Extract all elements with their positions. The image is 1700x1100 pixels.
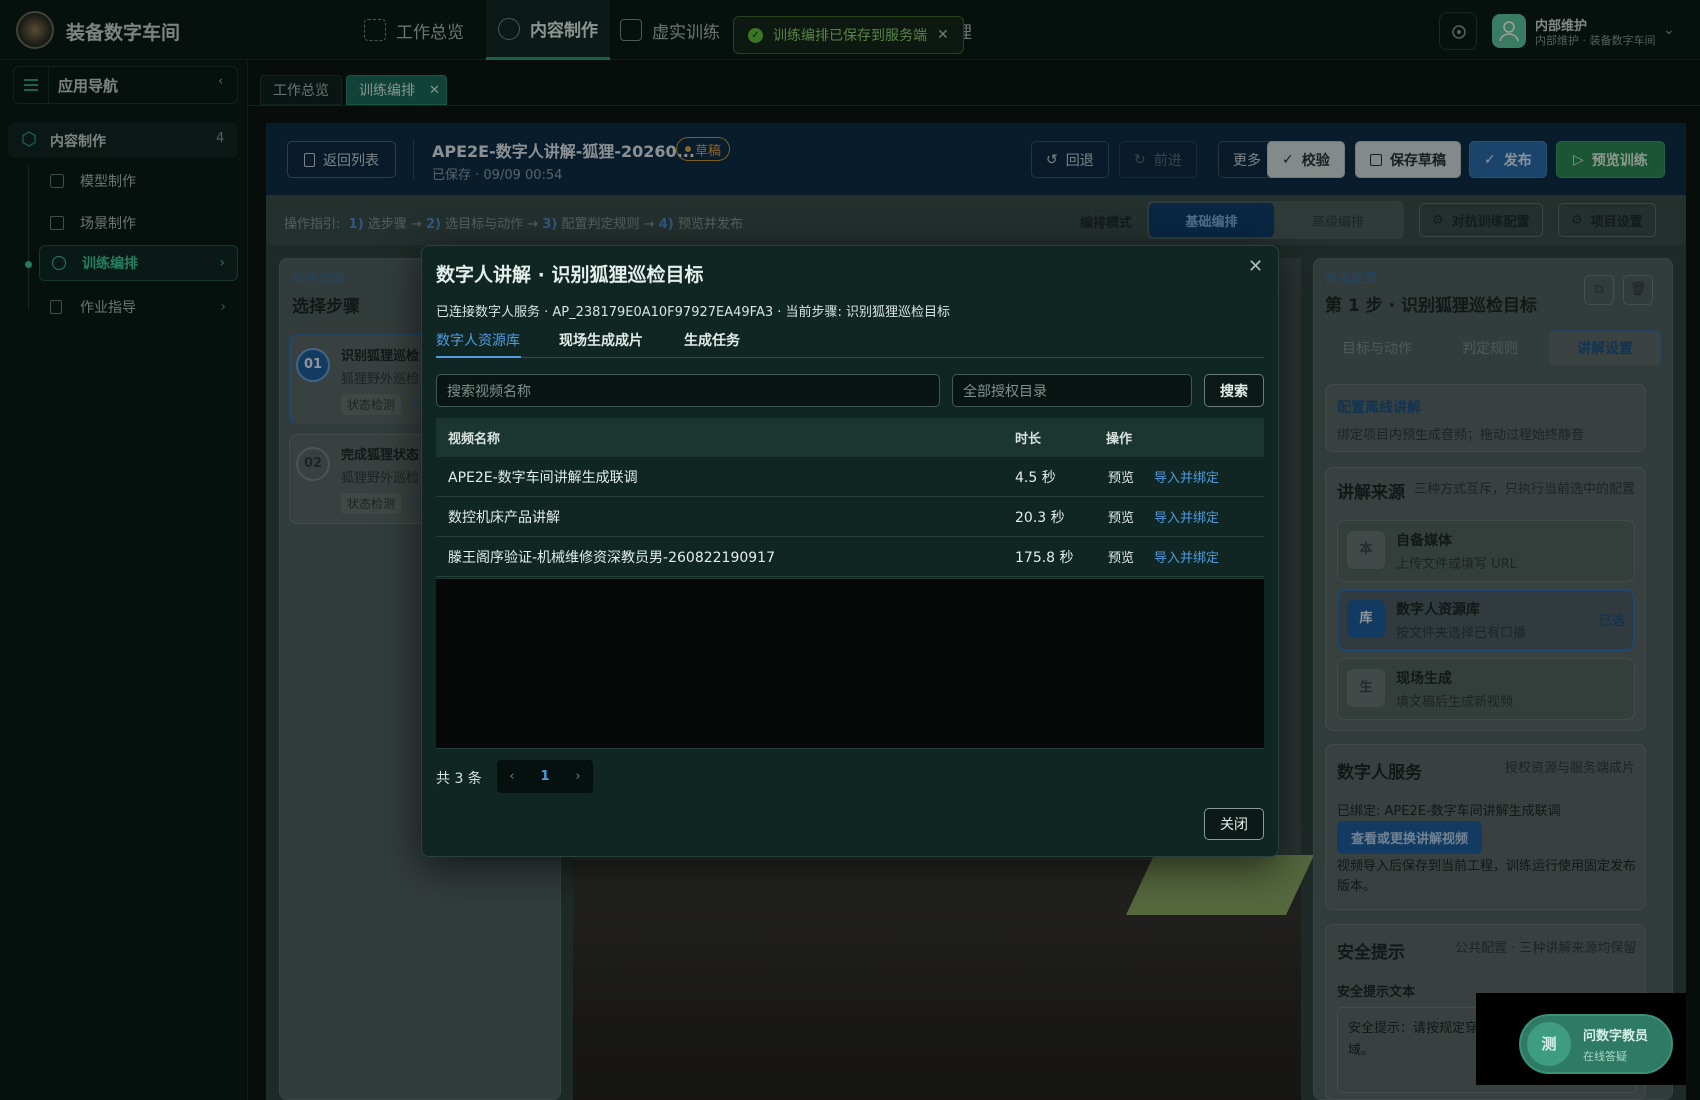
table-header: 视频名称 时长 操作	[436, 418, 1264, 457]
total-count: 共 3 条	[436, 771, 482, 787]
import-bind-link[interactable]: 导入并绑定	[1154, 497, 1219, 536]
dialog-title: 数字人讲解 · 识别狐狸巡检目标	[436, 264, 704, 286]
tab-generation-tasks[interactable]: 生成任务	[684, 330, 740, 350]
active-tab-indicator	[436, 356, 521, 358]
dialog-subtitle: 已连接数字人服务 · AP_238179E0A10F97927EA49FA3 ·…	[436, 305, 951, 320]
close-icon[interactable]: ✕	[1248, 256, 1263, 277]
catalog-select[interactable]: 全部授权目录	[952, 374, 1192, 407]
close-button[interactable]: 关闭	[1204, 808, 1264, 840]
video-table: 视频名称 时长 操作 APE2E-数字车间讲解生成联调 4.5 秒 预览 导入并…	[436, 418, 1264, 577]
assistant-title: 问数字教员	[1583, 1028, 1649, 1044]
tab-live-generation[interactable]: 现场生成成片	[559, 330, 643, 350]
divider	[436, 748, 1264, 749]
table-row: 滕王阁序验证-机械维修资深教员男-260822190917 175.8 秒 预览…	[436, 537, 1264, 577]
preview-link[interactable]: 预览	[1108, 457, 1134, 496]
import-bind-link[interactable]: 导入并绑定	[1154, 457, 1219, 496]
pagination: ‹ 1 ›	[497, 760, 593, 793]
video-duration: 175.8 秒	[1015, 549, 1074, 566]
video-name: 数控机床产品讲解	[448, 509, 560, 526]
column-action: 操作	[1106, 432, 1133, 447]
chevron-left-icon[interactable]: ‹	[497, 769, 527, 784]
video-duration: 4.5 秒	[1015, 469, 1056, 486]
assistant-button[interactable]: 测 问数字教员 在线答疑	[1519, 1014, 1673, 1074]
chevron-right-icon[interactable]: ›	[563, 769, 593, 784]
table-row: 数控机床产品讲解 20.3 秒 预览 导入并绑定	[436, 497, 1264, 537]
preview-link[interactable]: 预览	[1108, 537, 1134, 576]
column-name: 视频名称	[448, 432, 501, 447]
search-button[interactable]: 搜索	[1204, 374, 1264, 407]
search-input[interactable]: 搜索视频名称	[436, 374, 940, 407]
page-number[interactable]: 1	[527, 769, 563, 784]
table-empty-area	[436, 578, 1264, 748]
tabs-underline	[436, 357, 1264, 358]
video-name: 滕王阁序验证-机械维修资深教员男-260822190917	[448, 549, 775, 566]
import-bind-link[interactable]: 导入并绑定	[1154, 537, 1219, 576]
preview-link[interactable]: 预览	[1108, 497, 1134, 536]
table-row: APE2E-数字车间讲解生成联调 4.5 秒 预览 导入并绑定	[436, 457, 1264, 497]
assistant-avatar: 测	[1527, 1022, 1571, 1066]
assistant-subtitle: 在线答疑	[1583, 1049, 1627, 1063]
video-duration: 20.3 秒	[1015, 509, 1065, 526]
tab-resource-library[interactable]: 数字人资源库	[436, 330, 520, 350]
column-duration: 时长	[1015, 432, 1042, 447]
video-name: APE2E-数字车间讲解生成联调	[448, 469, 638, 486]
